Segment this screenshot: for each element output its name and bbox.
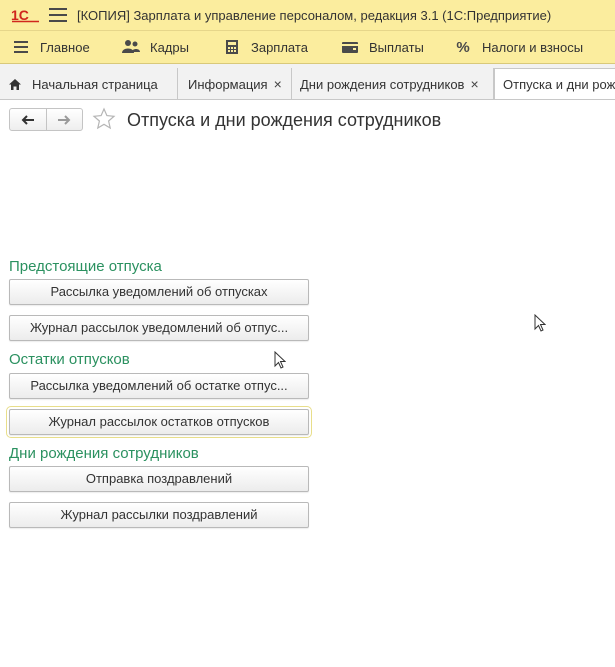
people-icon bbox=[122, 39, 140, 55]
tab-info[interactable]: Информация × bbox=[178, 68, 292, 99]
back-button[interactable] bbox=[10, 109, 46, 130]
send-greetings-button[interactable]: Отправка поздравлений bbox=[9, 466, 309, 492]
hamburger-icon[interactable] bbox=[49, 8, 67, 22]
vacation-balance-log-button[interactable]: Журнал рассылок остатков отпусков bbox=[6, 406, 312, 438]
greetings-log-button[interactable]: Журнал рассылки поздравлений bbox=[9, 502, 309, 528]
menu-item-taxes[interactable]: % Налоги и взносы bbox=[454, 31, 604, 64]
window-title: [КОПИЯ] Зарплата и управление персоналом… bbox=[77, 7, 552, 23]
section-title-upcoming-vacations: Предстоящие отпуска bbox=[9, 258, 162, 275]
tab-label: Отпуска и дни рож bbox=[503, 77, 615, 92]
send-vacation-balance-notifications-button[interactable]: Рассылка уведомлений об остатке отпус... bbox=[9, 373, 309, 399]
menu-item-label: Налоги и взносы bbox=[482, 39, 584, 55]
navigation-buttons bbox=[9, 108, 83, 131]
menu-item-label: Выплаты bbox=[369, 39, 424, 55]
menu-item-label: Главное bbox=[40, 39, 90, 55]
send-vacation-notifications-button[interactable]: Рассылка уведомлений об отпусках bbox=[9, 279, 309, 305]
mouse-cursor-icon bbox=[534, 313, 547, 333]
menu-item-hr[interactable]: Кадры bbox=[122, 31, 214, 64]
home-icon bbox=[8, 78, 22, 91]
1c-logo-icon[interactable]: 1С bbox=[11, 7, 41, 23]
menu-lines-icon bbox=[12, 39, 30, 55]
section-title-employee-birthdays: Дни рождения сотрудников bbox=[9, 445, 199, 462]
forward-button[interactable] bbox=[45, 109, 83, 130]
tab-vacations-birthdays[interactable]: Отпуска и дни рож bbox=[494, 68, 615, 99]
menu-item-label: Кадры bbox=[150, 39, 189, 55]
arrow-right-icon bbox=[57, 114, 71, 125]
menu-item-payments[interactable]: Выплаты bbox=[341, 31, 449, 64]
tab-label: Информация bbox=[188, 76, 268, 92]
title-bar: 1С [КОПИЯ] Зарплата и управление персона… bbox=[0, 0, 615, 31]
close-icon[interactable]: × bbox=[274, 76, 282, 92]
menu-item-main[interactable]: Главное bbox=[12, 31, 112, 64]
close-icon[interactable]: × bbox=[470, 76, 478, 92]
main-menu: Главное Кадры Зарплата Выплаты % Налоги … bbox=[0, 31, 615, 64]
tab-bar: Начальная страница Информация × Дни рожд… bbox=[0, 64, 615, 100]
arrow-left-icon bbox=[21, 114, 35, 125]
calculator-icon bbox=[223, 39, 241, 55]
svg-text:1С: 1С bbox=[11, 7, 29, 23]
page-title: Отпуска и дни рождения сотрудников bbox=[127, 110, 442, 130]
tab-label: Начальная страница bbox=[32, 76, 158, 92]
percent-icon: % bbox=[456, 38, 470, 56]
menu-item-salary[interactable]: Зарплата bbox=[223, 31, 333, 64]
tab-birthdays[interactable]: Дни рождения сотрудников × bbox=[292, 68, 494, 99]
wallet-icon bbox=[341, 39, 359, 55]
mouse-cursor-icon bbox=[274, 350, 287, 370]
section-title-vacation-balances: Остатки отпусков bbox=[9, 351, 130, 368]
star-icon[interactable] bbox=[92, 107, 116, 131]
vacation-notifications-log-button[interactable]: Журнал рассылок уведомлений об отпус... bbox=[9, 315, 309, 341]
tab-home[interactable]: Начальная страница bbox=[0, 68, 178, 99]
menu-item-label: Зарплата bbox=[251, 39, 308, 55]
tab-label: Дни рождения сотрудников bbox=[300, 76, 465, 92]
